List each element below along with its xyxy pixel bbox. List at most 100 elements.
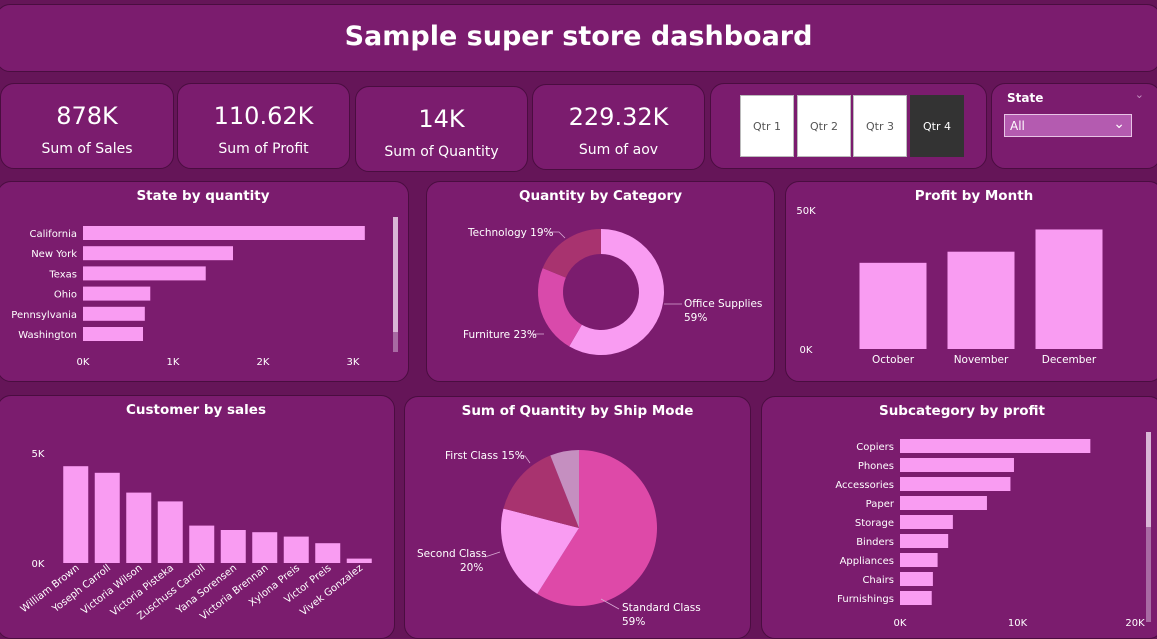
bar-ohio (83, 286, 151, 301)
x-tick-label: 2K (257, 357, 270, 368)
bar-california (83, 226, 365, 240)
slice-furniture (538, 268, 582, 347)
chart-card-quantity-by-ship-mode: Sum of Quantity by Ship Mode Standard Cl… (404, 396, 751, 639)
category-label-phones: Phones (858, 461, 894, 472)
category-label-new-york: New York (31, 249, 77, 260)
x-tick-label: 3K (347, 357, 360, 368)
bar-washington (83, 327, 143, 341)
kpi-card-profit: 110.62K Sum of Profit (177, 83, 350, 169)
title-card: Sample super store dashboard (0, 4, 1157, 72)
category-label-storage: Storage (855, 518, 894, 529)
bar-yana-sorensen (220, 530, 246, 563)
x-tick-label: 0K (894, 618, 907, 629)
dashboard-title: Sample super store dashboard (344, 21, 813, 52)
bar-october (859, 262, 927, 349)
bar-victoria-pisteka (157, 501, 183, 563)
category-label-california: California (30, 229, 78, 240)
category-label-pennsylvania: Pennsylvania (11, 310, 77, 321)
bar-appliances (900, 553, 938, 567)
x-tick-label: 20K (1125, 618, 1145, 629)
bar-new-york (83, 246, 233, 261)
chart-card-profit-by-month: Profit by Month October November December 0… (785, 181, 1157, 382)
bar-furnishings (900, 591, 932, 605)
slice-label-office-supplies: Office Supplies (684, 298, 762, 310)
bar-december (1035, 229, 1103, 349)
bar-chairs (900, 572, 933, 586)
slice-pct-office-supplies: 59% (684, 312, 707, 324)
kpi-card-sales: 878K Sum of Sales (0, 83, 174, 169)
leader-line (484, 551, 501, 558)
scrollbar-thumb[interactable] (393, 217, 398, 332)
category-label-chairs: Chairs (862, 575, 894, 586)
category-label-copiers: Copiers (856, 442, 894, 453)
category-label-texas: Texas (48, 269, 77, 280)
slice-label-second-class: Second Class (417, 548, 487, 560)
kpi-value: 229.32K (568, 103, 669, 131)
kpi-value: 14K (418, 105, 465, 133)
qtr-4-button[interactable]: Qtr 4 (910, 95, 964, 157)
category-label-november: November (954, 354, 1009, 366)
state-filter-card: State ⌄ All ⌄ (991, 83, 1157, 169)
x-tick-label: 1K (167, 357, 180, 368)
collapse-chevron-icon[interactable]: ⌄ (1135, 88, 1144, 101)
category-label-furnishings: Furnishings (837, 594, 894, 605)
category-label-ohio: Ohio (54, 290, 77, 301)
category-label-binders: Binders (856, 537, 894, 548)
bar-xylona-preis (283, 536, 309, 563)
quantity-by-category-chart: Office Supplies 59% Furniture 23% Technolog… (463, 227, 762, 355)
bar-binders (900, 534, 949, 548)
chart-card-subcategory-by-profit: Subcategory by profit Copiers Phones Acces… (761, 396, 1157, 639)
chart-card-quantity-by-category: Quantity by Category Office Supplies 59% F… (426, 181, 775, 382)
bar-accessories (900, 477, 1011, 491)
bar-texas (83, 266, 206, 281)
category-label-washington: Washington (18, 330, 77, 341)
kpi-card-quantity: 14K Sum of Quantity (355, 86, 528, 172)
category-label-paper: Paper (866, 499, 895, 510)
leader-line (600, 598, 620, 610)
state-filter-label: State (1007, 91, 1044, 105)
bar-victoria-wilson (126, 492, 152, 563)
qtr-1-button[interactable]: Qtr 1 (740, 95, 794, 157)
y-tick-label: 5K (32, 449, 45, 460)
chart-card-customer-by-sales: Customer by sales William Brown Yoseph Ca… (0, 395, 395, 639)
bar-phones (900, 458, 1014, 472)
kpi-label: Sum of Quantity (384, 144, 499, 160)
state-by-quantity-chart: California New York Texas Ohio Pennsylvania W… (11, 217, 398, 368)
x-tick-label: 10K (1008, 618, 1028, 629)
kpi-label: Sum of Profit (218, 141, 309, 157)
kpi-label: Sum of Sales (41, 141, 133, 157)
y-tick-label: 50K (796, 206, 816, 217)
category-label-appliances: Appliances (840, 556, 894, 567)
customer-by-sales-chart: William BrownYoseph CarrollVictoria Wils… (19, 449, 372, 623)
bar-vivek-gonzalez (346, 558, 372, 563)
chevron-down-icon: ⌄ (1113, 116, 1125, 132)
subcategory-by-profit-chart: Copiers Phones Accessories Paper Storage Bind… (835, 432, 1151, 629)
qtr-3-button[interactable]: Qtr 3 (853, 95, 907, 157)
state-dropdown[interactable]: All ⌄ (1004, 114, 1132, 137)
bar-paper (900, 496, 987, 510)
category-label-october: October (872, 354, 915, 366)
slice-label-furniture: Furniture 23% (463, 329, 537, 341)
y-tick-label: 0K (800, 345, 813, 356)
qtr-2-button[interactable]: Qtr 2 (797, 95, 851, 157)
bar-zuschuss-carroll (189, 525, 215, 563)
kpi-card-aov: 229.32K Sum of aov (532, 84, 705, 170)
kpi-value: 878K (56, 102, 118, 130)
bar-storage (900, 515, 953, 529)
slice-pct-standard-class: 59% (622, 616, 645, 628)
bar-yoseph-carroll (94, 472, 120, 563)
bar-william-brown (63, 466, 89, 563)
slice-label-technology: Technology 19% (467, 227, 554, 239)
category-label-december: December (1042, 354, 1097, 366)
kpi-value: 110.62K (213, 102, 314, 130)
bar-victor-preis (315, 543, 341, 563)
profit-by-month-chart: October November December 0K 50K (796, 206, 1103, 366)
bar-pennsylvania (83, 306, 145, 321)
category-label-accessories: Accessories (835, 480, 894, 491)
x-tick-label: 0K (77, 357, 90, 368)
slice-label-first-class: First Class 15% (445, 450, 525, 462)
state-dropdown-value: All (1010, 119, 1025, 133)
bar-november (947, 251, 1015, 349)
quantity-by-ship-mode-chart: Standard Class 59% Second Class 20% First Cl… (417, 450, 701, 628)
scrollbar-thumb[interactable] (1146, 432, 1151, 527)
